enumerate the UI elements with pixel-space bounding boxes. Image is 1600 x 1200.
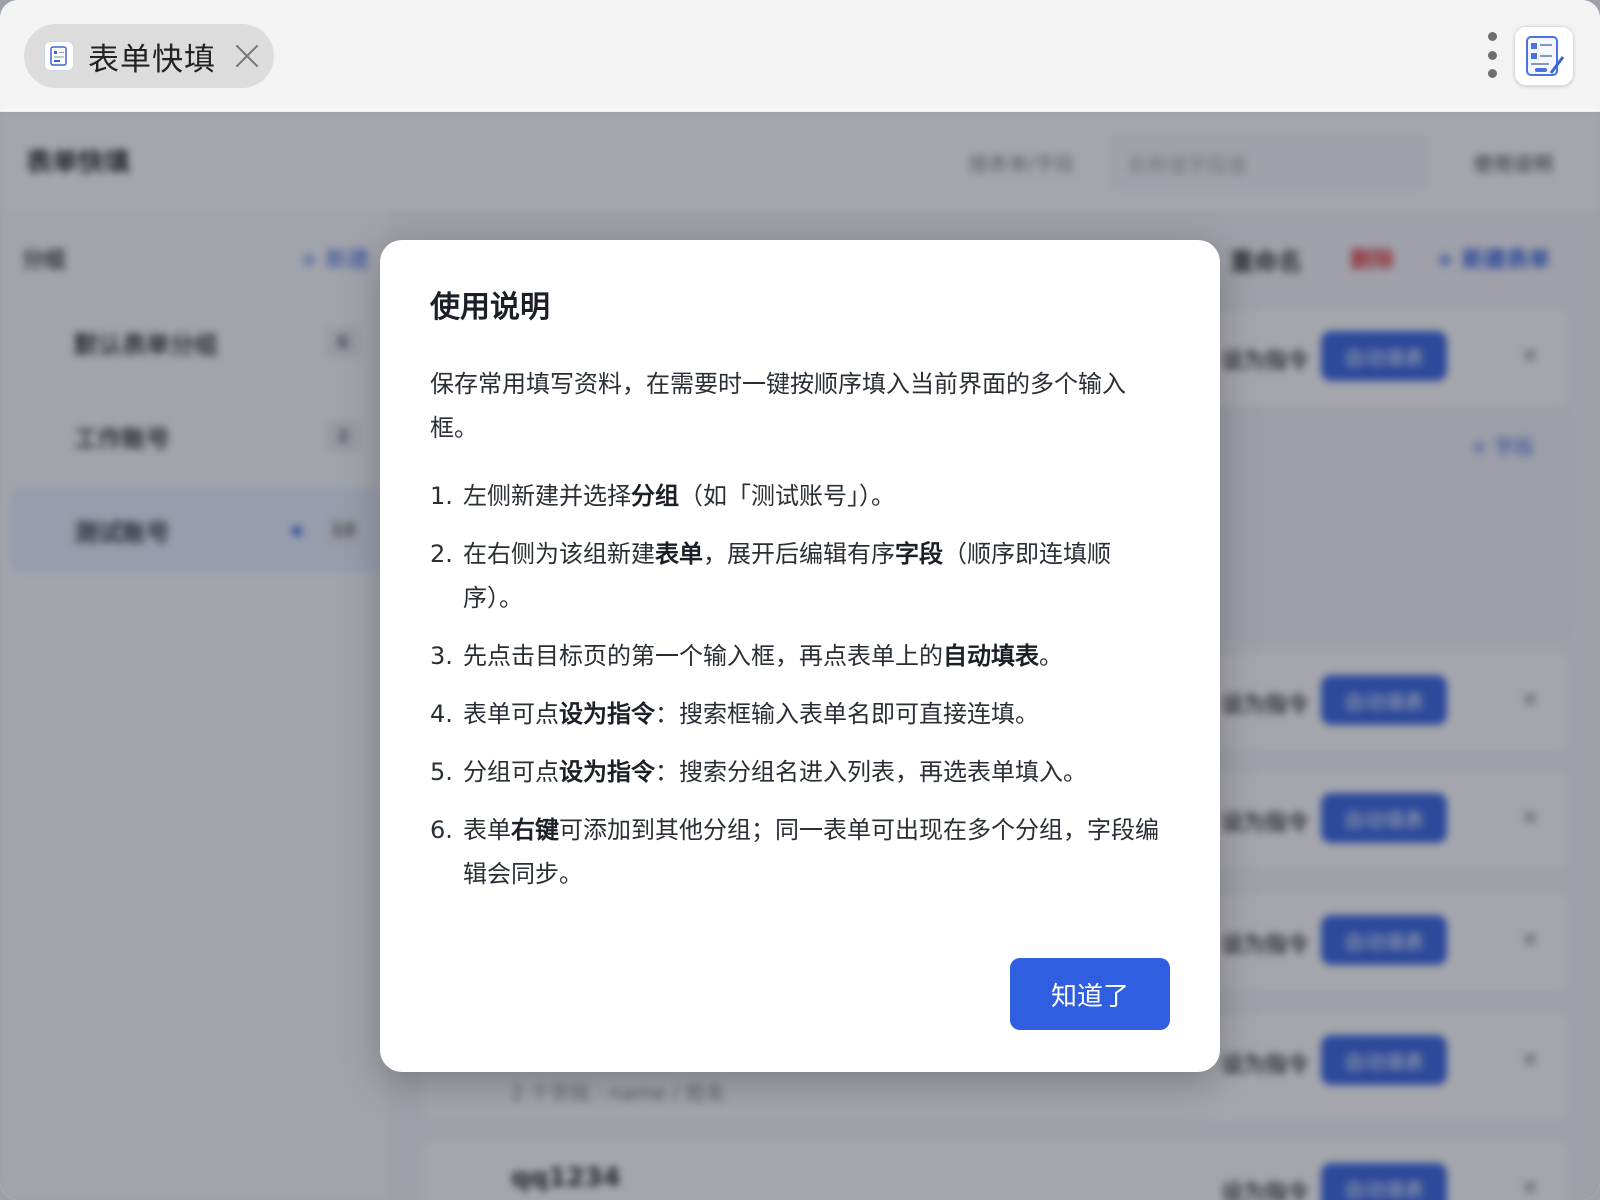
step-text: 表单可点设为指令：搜索框输入表单名即可直接连填。 <box>463 700 1039 728</box>
tab-form-quickfill[interactable]: 表单快填 <box>24 24 274 88</box>
step-item: 5. 分组可点设为指令：搜索分组名进入列表，再选表单填入。 <box>430 750 1170 794</box>
dialog-intro: 保存常用填写资料，在需要时一键按顺序填入当前界面的多个输入框。 <box>430 370 1126 442</box>
ok-button[interactable]: 知道了 <box>1010 958 1170 1030</box>
help-dialog: 使用说明 保存常用填写资料，在需要时一键按顺序填入当前界面的多个输入框。 1. … <box>380 240 1220 1072</box>
step-text: 左侧新建并选择分组（如「测试账号」）。 <box>463 482 895 510</box>
step-item: 2. 在右侧为该组新建表单，展开后编辑有序字段（顺序即连填顺序）。 <box>430 532 1170 620</box>
step-number: 5. <box>430 758 453 786</box>
more-vertical-icon[interactable] <box>1484 32 1500 78</box>
step-text: 分组可点设为指令：搜索分组名进入列表，再选表单填入。 <box>463 758 1087 786</box>
close-icon[interactable] <box>232 41 262 71</box>
app-window: 表单快填 表单快填 搜表单/字段 名称或字段值 使用说明 分组 + 新建 默认表… <box>0 0 1600 1200</box>
form-doc-icon <box>44 41 74 71</box>
step-item: 1. 左侧新建并选择分组（如「测试账号」）。 <box>430 474 1170 518</box>
step-text: 在右侧为该组新建表单，展开后编辑有序字段（顺序即连填顺序）。 <box>463 540 1111 612</box>
steps-list: 1. 左侧新建并选择分组（如「测试账号」）。 2. 在右侧为该组新建表单，展开后… <box>430 474 1170 896</box>
step-item: 6. 表单右键可添加到其他分组；同一表单可出现在多个分组，字段编辑会同步。 <box>430 808 1170 896</box>
tab-title: 表单快填 <box>88 41 216 78</box>
step-number: 6. <box>430 816 453 844</box>
step-number: 2. <box>430 540 453 568</box>
step-text: 表单右键可添加到其他分组；同一表单可出现在多个分组，字段编辑会同步。 <box>463 816 1159 888</box>
title-bar: 表单快填 <box>0 0 1600 112</box>
step-text: 先点击目标页的第一个输入框，再点表单上的自动填表。 <box>463 642 1063 670</box>
step-number: 4. <box>430 700 453 728</box>
step-item: 4. 表单可点设为指令：搜索框输入表单名即可直接连填。 <box>430 692 1170 736</box>
form-doc-icon[interactable] <box>1514 26 1574 86</box>
dialog-title: 使用说明 <box>430 290 550 325</box>
step-number: 1. <box>430 482 453 510</box>
step-number: 3. <box>430 642 453 670</box>
step-item: 3. 先点击目标页的第一个输入框，再点表单上的自动填表。 <box>430 634 1170 678</box>
